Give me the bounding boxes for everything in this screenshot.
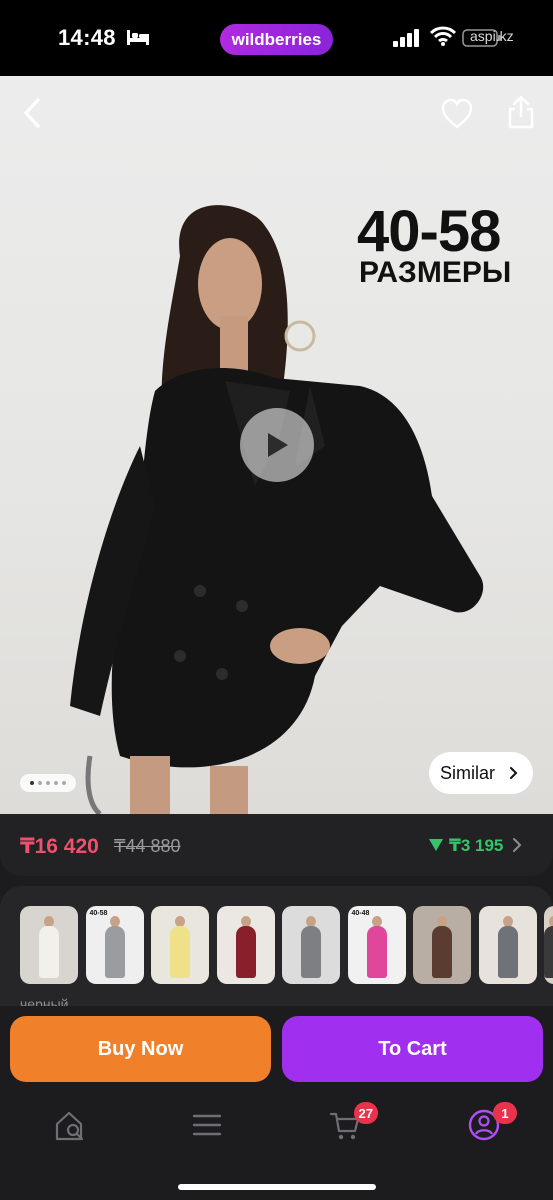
color-variant-gray-jacket[interactable]: [478, 906, 537, 984]
home-search-icon: [55, 1111, 84, 1141]
tab-catalog[interactable]: [190, 1108, 230, 1148]
color-variant-pink[interactable]: 40-48: [347, 906, 406, 984]
brand-label: wildberries: [231, 29, 322, 49]
cart-count-badge: 27: [353, 1102, 378, 1124]
size-range-text: 40-58: [357, 199, 501, 264]
pagination-dot: [54, 781, 58, 785]
size-label-text: РАЗМЕРЫ: [359, 256, 512, 289]
tab-bar: 27 1: [0, 1098, 553, 1200]
price-drop-triangle-icon: [429, 839, 443, 851]
cellular-signal-icon: [393, 29, 419, 47]
chevron-right-icon[interactable]: [511, 836, 523, 854]
variant-model-figure: [170, 926, 190, 978]
tab-profile[interactable]: 1: [467, 1102, 517, 1148]
buy-now-button[interactable]: Buy Now: [10, 1016, 271, 1082]
chevron-right-icon: [510, 767, 518, 779]
pagination-dot: [30, 781, 34, 785]
color-variant-brown[interactable]: [413, 906, 471, 984]
similar-label: Similar: [440, 762, 496, 783]
variant-size-label: 40-48: [351, 910, 370, 917]
variant-model-figure: [497, 926, 518, 978]
similar-button[interactable]: Similar: [429, 752, 533, 794]
variant-model-figure: [366, 926, 387, 978]
old-price: ₸44 880: [114, 836, 181, 856]
status-bar: 14:48 wildberries aspi.kz: [0, 0, 553, 76]
price-bar: ₸16 420 ₸44 880 ₸3 195: [0, 814, 553, 876]
current-price: ₸16 420: [20, 835, 99, 858]
brand-pill[interactable]: wildberries: [220, 24, 333, 55]
pagination-dot: [62, 781, 66, 785]
variant-model-figure: [301, 926, 321, 978]
back-icon[interactable]: [18, 96, 48, 130]
color-variant-white[interactable]: [20, 906, 78, 984]
tab-cart[interactable]: 27: [328, 1102, 378, 1148]
variant-model-figure: [432, 926, 452, 978]
variant-model-figure: [235, 926, 256, 978]
share-icon[interactable]: [505, 94, 537, 130]
menu-icon: [192, 1114, 222, 1136]
watermark-text: aspi.kz: [470, 28, 514, 44]
profile-notification-badge: 1: [493, 1102, 517, 1124]
variant-model-figure: [104, 926, 125, 978]
product-image[interactable]: 40-58 РАЗМЕРЫ Similar: [0, 76, 553, 814]
pagination-dot: [38, 781, 42, 785]
play-icon: [268, 433, 288, 457]
variant-model-figure: [39, 926, 59, 978]
price-difference[interactable]: ₸3 195: [449, 836, 503, 856]
play-video-button[interactable]: [240, 408, 314, 482]
variant-size-label: 40-58: [89, 910, 108, 917]
color-variant-yellow[interactable]: [151, 906, 209, 984]
home-indicator: [178, 1184, 376, 1190]
tab-home[interactable]: [52, 1108, 92, 1148]
wifi-icon: [430, 26, 456, 46]
color-variant-gray-check[interactable]: 40-58: [85, 906, 144, 984]
variant-model-figure: [544, 926, 553, 978]
favorite-heart-icon[interactable]: [440, 98, 474, 130]
to-cart-button[interactable]: To Cart: [282, 1016, 543, 1082]
color-variant-partial[interactable]: [544, 906, 553, 984]
sleep-focus-icon: [127, 30, 149, 45]
gallery-pagination: [20, 774, 76, 792]
color-variant-burgundy[interactable]: [216, 906, 275, 984]
color-variant-gray[interactable]: [282, 906, 340, 984]
color-variants-panel: 40-58 40-48 черный: [0, 886, 553, 1026]
status-time: 14:48: [58, 25, 116, 50]
pagination-dot: [46, 781, 50, 785]
action-buttons: Buy Now To Cart: [0, 1006, 553, 1098]
